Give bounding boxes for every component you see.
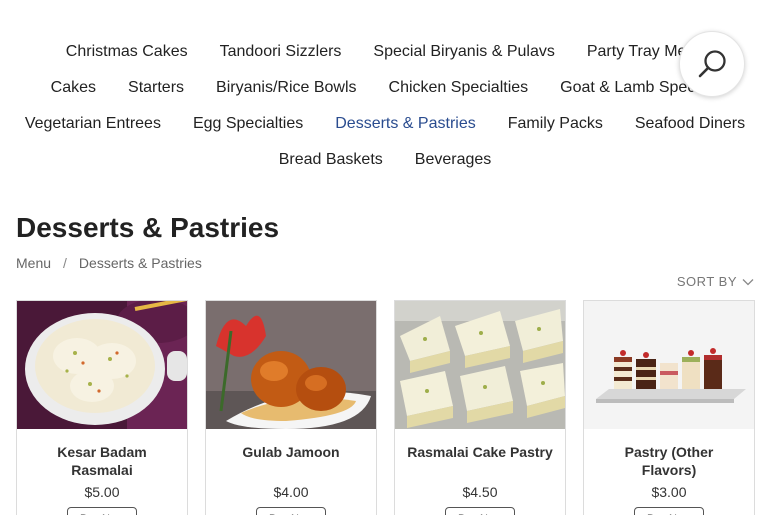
- product-name[interactable]: Rasmalai Cake Pastry: [395, 443, 565, 479]
- product-price: $4.50: [462, 484, 498, 500]
- product-card[interactable]: Pastry (Other Flavors) $3.00 Buy Now: [583, 300, 755, 515]
- category-nav: Christmas Cakes Tandoori Sizzlers Specia…: [0, 34, 770, 178]
- chevron-down-icon: [742, 278, 754, 285]
- category-cakes[interactable]: Cakes: [35, 79, 112, 97]
- category-starters[interactable]: Starters: [112, 79, 200, 97]
- category-vegetarian-entrees[interactable]: Vegetarian Entrees: [9, 115, 177, 133]
- buy-now-button[interactable]: Buy Now: [445, 507, 515, 515]
- breadcrumb-current: Desserts & Pastries: [78, 255, 202, 271]
- product-price: $4.00: [273, 484, 309, 500]
- page-title: Desserts & Pastries: [16, 212, 280, 243]
- buy-now-button[interactable]: Buy Now: [634, 507, 704, 515]
- category-row: Bread Baskets Beverages: [0, 142, 770, 178]
- category-biryanis-rice-bowls[interactable]: Biryanis/Rice Bowls: [200, 79, 372, 97]
- product-image-rasmalai-cake[interactable]: [395, 301, 565, 429]
- sort-by-label: SORT BY: [676, 274, 737, 289]
- product-card[interactable]: Rasmalai Cake Pastry $4.50 Buy Now: [394, 300, 566, 515]
- product-price: $3.00: [651, 484, 687, 500]
- product-name[interactable]: Gulab Jamoon: [206, 443, 376, 479]
- category-desserts-pastries[interactable]: Desserts & Pastries: [319, 115, 491, 133]
- product-image-gulab-jamoon[interactable]: [206, 301, 376, 429]
- category-family-packs[interactable]: Family Packs: [492, 115, 619, 133]
- buy-now-button[interactable]: Buy Now: [67, 507, 137, 515]
- buy-now-button[interactable]: Buy Now: [256, 507, 326, 515]
- category-special-biryanis-pulavs[interactable]: Special Biryanis & Pulavs: [357, 43, 570, 61]
- breadcrumb: Menu / Desserts & Pastries: [16, 255, 202, 271]
- product-image-rasmalai[interactable]: [17, 301, 187, 429]
- category-egg-specialties[interactable]: Egg Specialties: [177, 115, 319, 133]
- sort-by-dropdown[interactable]: SORT BY: [677, 274, 754, 289]
- category-seafood-diners[interactable]: Seafood Diners: [619, 115, 761, 133]
- product-grid: Kesar Badam Rasmalai $5.00 Buy Now Gulab…: [16, 300, 755, 515]
- category-row: Christmas Cakes Tandoori Sizzlers Specia…: [0, 34, 770, 70]
- product-name[interactable]: Kesar Badam Rasmalai: [17, 443, 187, 479]
- category-row: Vegetarian Entrees Egg Specialties Desse…: [0, 106, 770, 142]
- breadcrumb-menu-link[interactable]: Menu: [16, 255, 51, 271]
- category-tandoori-sizzlers[interactable]: Tandoori Sizzlers: [204, 43, 358, 61]
- category-row: Cakes Starters Biryanis/Rice Bowls Chick…: [0, 70, 770, 106]
- category-chicken-specialties[interactable]: Chicken Specialties: [373, 79, 545, 97]
- search-icon: [698, 50, 726, 78]
- product-card[interactable]: Gulab Jamoon $4.00 Buy Now: [205, 300, 377, 515]
- breadcrumb-separator: /: [63, 255, 67, 271]
- category-beverages[interactable]: Beverages: [399, 151, 508, 169]
- product-card[interactable]: Kesar Badam Rasmalai $5.00 Buy Now: [16, 300, 188, 515]
- search-button[interactable]: [679, 31, 745, 97]
- product-price: $5.00: [84, 484, 120, 500]
- product-image-pastry[interactable]: [584, 301, 754, 429]
- category-christmas-cakes[interactable]: Christmas Cakes: [50, 43, 204, 61]
- product-name[interactable]: Pastry (Other Flavors): [584, 443, 754, 479]
- category-bread-baskets[interactable]: Bread Baskets: [263, 151, 399, 169]
